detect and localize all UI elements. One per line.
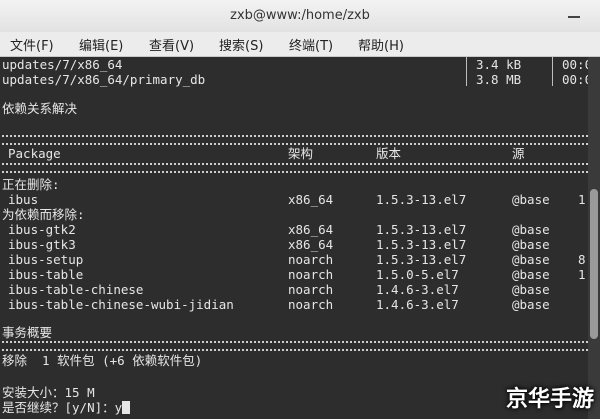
remove-summary: 移除 1 软件包 (+6 依赖软件包): [2, 353, 203, 368]
package-version: 1.4.6-3.el7: [376, 297, 459, 312]
download-name: updates/7/x86_64: [2, 57, 123, 72]
scrollbar[interactable]: [588, 57, 600, 419]
package-arch: noarch: [288, 267, 334, 282]
minimize-icon[interactable]: [566, 4, 582, 20]
download-size: 3.8 MB: [476, 72, 522, 87]
menu-search[interactable]: 搜索(S): [217, 35, 265, 54]
menu-file[interactable]: 文件(F): [8, 35, 56, 54]
package-name: ibus-table-chinese-wubi-jidian: [8, 297, 234, 312]
package-version: 1.5.3-13.el7: [376, 252, 467, 267]
package-repo: @base: [512, 267, 550, 282]
menu-help[interactable]: 帮助(H): [356, 35, 406, 54]
resolving-line: 依赖关系解决: [2, 101, 78, 116]
title-bar[interactable]: zxb@www:/home/zxb: [0, 0, 600, 33]
package-version: 1.5.3-13.el7: [376, 237, 467, 252]
package-version: 1.4.6-3.el7: [376, 282, 459, 297]
menu-view[interactable]: 查看(V): [147, 35, 196, 54]
header-arch: 架构: [288, 146, 314, 161]
download-time: 00:00: [562, 57, 588, 72]
menu-terminal[interactable]: 终端(T): [287, 35, 335, 54]
package-arch: noarch: [288, 297, 334, 312]
package-name: ibus-table-chinese: [8, 282, 144, 297]
separator-rule: [2, 135, 588, 145]
package-version: 1.5.3-13.el7: [376, 222, 467, 237]
terminal-output[interactable]: updates/7/x86_64 3.4 kB 00:00 updates/7/…: [0, 57, 588, 419]
menu-bar: 文件(F) 编辑(E) 查看(V) 搜索(S) 终端(T) 帮助(H): [0, 32, 600, 57]
separator-rule: [2, 341, 588, 351]
header-repo: 源: [512, 146, 525, 161]
package-repo: @base: [512, 252, 550, 267]
continue-prompt[interactable]: 是否继续？[y/N]：y: [2, 400, 131, 415]
download-time: 00:00: [562, 72, 588, 87]
package-size: 1: [578, 267, 586, 282]
package-name: ibus-table: [8, 267, 84, 282]
install-size: 安装大小：15 M: [2, 385, 95, 400]
package-name: ibus-gtk2: [8, 222, 76, 237]
package-name: ibus: [8, 192, 39, 207]
package-arch: noarch: [288, 282, 334, 297]
column-divider: [552, 57, 553, 86]
package-name: ibus-setup: [8, 252, 84, 267]
deps-label: 为依赖而移除:: [2, 207, 85, 222]
package-arch: x86_64: [288, 237, 334, 252]
text-cursor: [122, 401, 131, 414]
package-size: 1: [578, 192, 586, 207]
package-arch: noarch: [288, 252, 334, 267]
scrollbar-thumb[interactable]: [590, 189, 598, 339]
package-name: ibus-gtk3: [8, 237, 76, 252]
package-version: 1.5.3-13.el7: [376, 192, 467, 207]
prompt-text: 是否继续？[y/N]：y: [2, 400, 123, 415]
window-title: zxb@www:/home/zxb: [230, 8, 370, 23]
header-package: Package: [8, 146, 61, 161]
package-repo: @base: [512, 222, 550, 237]
watermark-logo: 京华手游: [505, 387, 594, 412]
package-repo: @base: [512, 282, 550, 297]
package-repo: @base: [512, 237, 550, 252]
package-repo: @base: [512, 192, 550, 207]
package-arch: x86_64: [288, 222, 334, 237]
package-repo: @base: [512, 297, 550, 312]
summary-label: 事务概要: [2, 325, 53, 340]
removing-label: 正在删除:: [2, 177, 60, 192]
package-version: 1.5.0-5.el7: [376, 267, 459, 282]
terminal-window: zxb@www:/home/zxb 文件(F) 编辑(E) 查看(V) 搜索(S…: [0, 0, 600, 419]
header-version: 版本: [376, 146, 402, 161]
separator-rule: [2, 163, 588, 173]
menu-edit[interactable]: 编辑(E): [77, 35, 125, 54]
column-divider: [466, 57, 467, 86]
package-arch: x86_64: [288, 192, 334, 207]
download-size: 3.4 kB: [476, 57, 522, 72]
package-size: 8: [578, 252, 586, 267]
download-name: updates/7/x86_64/primary_db: [2, 72, 206, 87]
